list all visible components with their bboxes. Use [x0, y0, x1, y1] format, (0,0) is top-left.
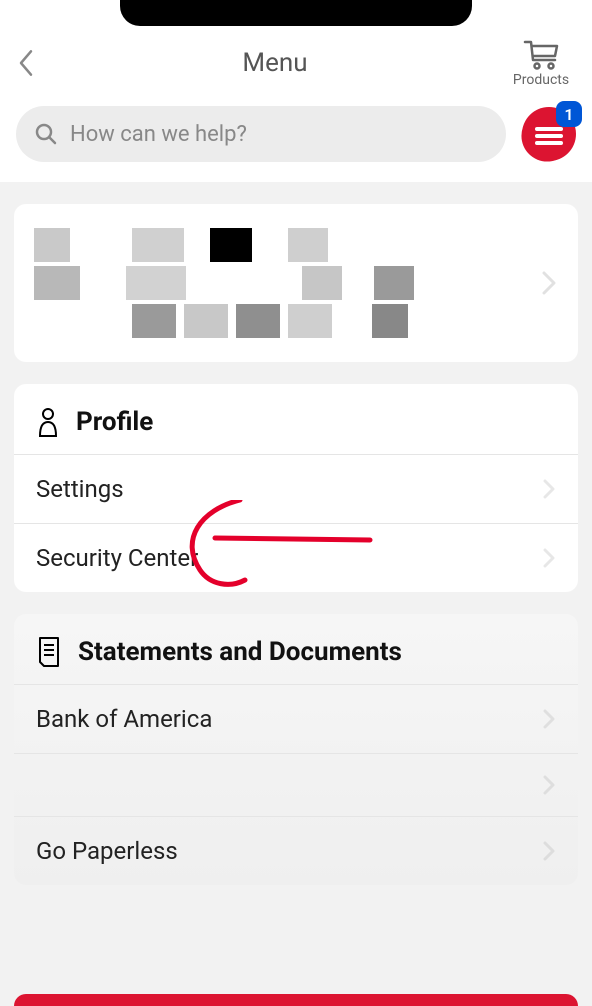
user-info-card[interactable]: [14, 204, 578, 362]
cart-icon: [521, 38, 561, 70]
page-title: Menu: [44, 48, 506, 78]
settings-label: Settings: [36, 475, 124, 503]
statements-blank-row[interactable]: [14, 753, 578, 816]
settings-row[interactable]: Settings: [14, 454, 578, 523]
chevron-right-icon: [542, 840, 556, 862]
chevron-right-icon: [542, 774, 556, 796]
search-placeholder: How can we help?: [70, 122, 247, 147]
statements-title: Statements and Documents: [78, 637, 402, 667]
header: Menu Products: [0, 28, 592, 96]
security-center-row[interactable]: Security Center: [14, 523, 578, 592]
chat-icon: [535, 124, 563, 144]
go-paperless-row[interactable]: Go Paperless: [14, 816, 578, 885]
status-bar: [0, 0, 592, 28]
bank-of-america-row[interactable]: Bank of America: [14, 684, 578, 753]
document-icon: [36, 636, 62, 668]
chat-assistant-button[interactable]: 1: [522, 107, 576, 161]
go-paperless-label: Go Paperless: [36, 837, 178, 865]
profile-title: Profile: [76, 407, 153, 437]
chevron-right-icon: [542, 547, 556, 569]
profile-card: Profile Settings Security Center: [14, 384, 578, 592]
products-label: Products: [513, 72, 569, 88]
search-input[interactable]: How can we help?: [16, 106, 506, 162]
person-icon: [36, 406, 60, 438]
bank-of-america-label: Bank of America: [36, 705, 212, 733]
redacted-user-info: [34, 228, 540, 338]
back-button[interactable]: [16, 45, 44, 81]
search-icon: [34, 122, 58, 146]
products-button[interactable]: Products: [506, 38, 576, 88]
bottom-red-bar: [14, 994, 578, 1006]
chevron-right-icon: [540, 269, 558, 297]
chevron-right-icon: [542, 478, 556, 500]
chevron-right-icon: [542, 708, 556, 730]
statements-card: Statements and Documents Bank of America…: [14, 614, 578, 885]
security-center-label: Security Center: [36, 544, 198, 572]
search-row: How can we help? 1: [0, 96, 592, 182]
notification-badge: 1: [556, 101, 582, 127]
profile-header: Profile: [14, 384, 578, 454]
statements-header: Statements and Documents: [14, 614, 578, 684]
